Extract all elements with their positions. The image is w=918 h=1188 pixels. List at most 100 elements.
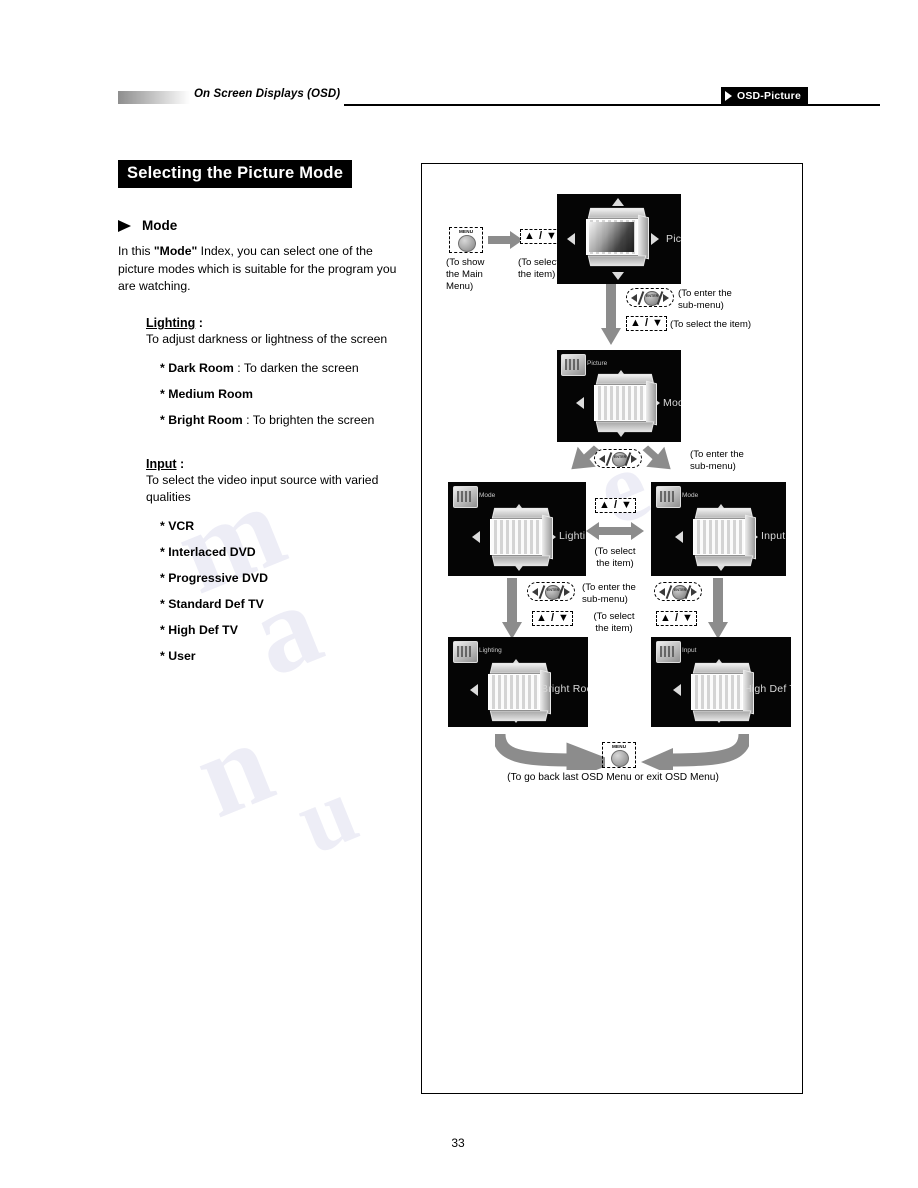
osd-cube-illustration: [687, 507, 761, 569]
list-item: * User: [160, 649, 408, 663]
osd-flow-diagram: MENU (To show the Main Menu) ▲ / ▼ (To s…: [421, 163, 803, 1094]
updown-button-label: ▲ / ▼: [524, 230, 558, 242]
osd-panel-mode: Picture Mode: [557, 350, 681, 442]
menu-button-graphic[interactable]: MENU: [602, 742, 636, 768]
menu-thumb-icon: [561, 354, 586, 376]
list-item: * VCR: [160, 519, 408, 533]
header-section-title: On Screen Displays (OSD): [194, 88, 341, 100]
osd-panel-high-def-tv: Input High Def TV: [651, 637, 791, 727]
triangle-right-icon: [564, 588, 570, 596]
caption-select-item-1: (To select the item): [518, 257, 560, 280]
list-item: * Progressive DVD: [160, 571, 408, 585]
slash-divider-icon: [538, 585, 545, 599]
header-gradient-bar: [118, 91, 190, 104]
option-name: User: [168, 649, 196, 664]
osd-panel-high-def-tv-breadcrumb: Input: [682, 647, 697, 654]
osd-panel-lighting-breadcrumb: Mode: [479, 492, 496, 499]
enter-button-label: ENTER: [646, 294, 659, 298]
osd-panel-mode-breadcrumb: Picture: [587, 360, 608, 367]
list-item: * Standard Def TV: [160, 597, 408, 611]
option-name: Standard Def TV: [168, 597, 264, 612]
updown-button-label: ▲ / ▼: [660, 612, 694, 624]
mode-heading: Mode: [118, 218, 408, 233]
osd-panel-high-def-tv-title: High Def TV: [744, 683, 791, 695]
group-lighting-label: Lighting :: [146, 316, 408, 330]
page-number: 33: [0, 1136, 918, 1150]
option-name: Medium Room: [168, 386, 253, 401]
group-input-description: To select the video input source with va…: [146, 472, 379, 505]
caption-select-item-3: (To select the item): [594, 546, 636, 569]
arrow-down-right-icon: [642, 445, 671, 470]
osd-cube-illustration: [484, 507, 558, 569]
updown-button-graphic[interactable]: ▲ / ▼: [656, 611, 698, 626]
osd-panel-picture: Picture: [557, 194, 681, 284]
option-marker: *: [160, 360, 165, 375]
updown-button-graphic[interactable]: ▲ / ▼: [595, 498, 637, 513]
triangle-left-icon: [567, 233, 575, 245]
triangle-left-icon: [470, 684, 478, 696]
group-input-label: Input :: [146, 457, 408, 471]
group-input-label-suffix: :: [176, 456, 185, 471]
group-lighting-label-text: Lighting: [146, 316, 196, 331]
triangle-down-icon: [612, 272, 624, 280]
mode-heading-label: Mode: [142, 218, 178, 233]
caption-enter-submenu-1: (To enter the sub-menu): [678, 288, 732, 311]
left-content-column: Selecting the Picture Mode Mode In this …: [118, 160, 408, 663]
triangle-left-icon: [532, 588, 538, 596]
updown-button-graphic[interactable]: ▲ / ▼: [626, 316, 668, 331]
arrow-down-left-icon: [571, 445, 600, 470]
arrow-down-icon: [708, 578, 728, 639]
watermark-decoration: n: [177, 694, 290, 843]
intro-before: In this: [118, 244, 154, 258]
header-topic-tag: OSD-Picture: [720, 87, 808, 104]
osd-panel-lighting-title: Lighting: [559, 530, 586, 542]
enter-button-graphic[interactable]: ENTER: [594, 449, 642, 468]
option-marker: *: [160, 623, 165, 638]
enter-button-graphic[interactable]: ENTER: [626, 288, 674, 307]
caption-enter-submenu-3: (To enter the sub-menu): [582, 582, 636, 605]
enter-button-label: ENTER: [547, 588, 560, 592]
triangle-right-icon: [724, 90, 732, 101]
list-item: * Interlaced DVD: [160, 545, 408, 559]
enter-button-label: ENTER: [674, 588, 687, 592]
group-lighting: Lighting : To adjust darkness or lightne…: [146, 316, 408, 427]
header-rule: [344, 104, 880, 106]
osd-panel-bright-room-breadcrumb: Lighting: [479, 647, 502, 654]
slash-divider-icon: [637, 291, 644, 305]
triangle-left-icon: [576, 397, 584, 409]
osd-panel-lighting: Mode Lighting: [448, 482, 586, 576]
osd-panel-input-title: Input: [761, 530, 786, 542]
option-marker: *: [160, 649, 165, 664]
arrow-curve-right-icon: [495, 734, 605, 770]
caption-go-back: (To go back last OSD Menu or exit OSD Me…: [507, 772, 719, 783]
enter-button-graphic[interactable]: ENTER: [654, 582, 702, 601]
triangle-left-icon: [599, 455, 605, 463]
list-item: * High Def TV: [160, 623, 408, 637]
updown-button-graphic[interactable]: ▲ / ▼: [532, 611, 574, 626]
option-name: Dark Room: [168, 360, 234, 375]
group-lighting-label-suffix: :: [195, 316, 203, 331]
caption-select-item-2: (To select the item): [670, 319, 752, 330]
osd-panel-bright-room: Lighting Bright Room: [448, 637, 588, 727]
caption-enter-submenu-2: (To enter the sub-menu): [690, 449, 744, 472]
osd-cube-illustration: [580, 207, 654, 269]
option-desc: : To darken the screen: [233, 360, 359, 375]
option-marker: *: [160, 597, 165, 612]
triangle-left-icon: [673, 684, 681, 696]
header-topic-tag-label: OSD-Picture: [736, 89, 801, 102]
group-input-options: * VCR * Interlaced DVD * Progressive DVD…: [160, 519, 408, 663]
updown-button-label: ▲ / ▼: [630, 317, 664, 329]
option-name: Progressive DVD: [168, 571, 269, 586]
enter-button-graphic[interactable]: ENTER: [527, 582, 575, 601]
intro-paragraph: In this "Mode" Index, you can select one…: [118, 243, 400, 296]
intro-emphasis: "Mode": [153, 244, 198, 258]
slash-divider-icon: [605, 452, 612, 466]
updown-button-label: ▲ / ▼: [536, 612, 570, 624]
group-lighting-description: To adjust darkness or lightness of the s…: [146, 332, 388, 347]
list-item: * Dark Room : To darken the screen: [160, 361, 408, 375]
arrow-right-bullet-icon: [118, 219, 131, 232]
updown-button-graphic[interactable]: ▲ / ▼: [520, 229, 562, 244]
slash-divider-icon: [665, 585, 672, 599]
triangle-left-icon: [472, 531, 480, 543]
menu-button-graphic[interactable]: MENU: [449, 227, 483, 253]
